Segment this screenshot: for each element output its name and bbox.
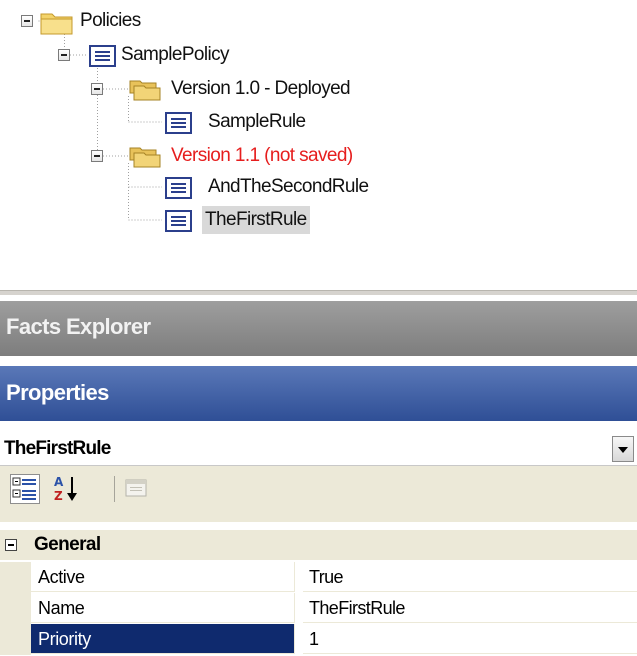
version-1-1-collapse-toggle[interactable] xyxy=(91,150,103,162)
tree-node-policies[interactable]: Policies xyxy=(77,9,144,33)
row-gutter xyxy=(0,624,31,655)
facts-explorer-header[interactable]: Facts Explorer xyxy=(0,301,637,356)
object-selector-dropdown[interactable]: TheFirstRule xyxy=(0,432,637,466)
rule-icon xyxy=(164,175,194,206)
version-icon xyxy=(127,144,163,175)
properties-toolbar: A Z xyxy=(0,466,637,522)
property-grid: General Active True Name TheFirstRule Pr… xyxy=(0,530,637,656)
policy-explorer-tree: Policies SamplePolicy Version 1.0 - Depl… xyxy=(0,0,637,290)
property-name[interactable]: Name xyxy=(31,593,295,623)
tree-node-thefirstrule[interactable]: TheFirstRule xyxy=(202,206,310,234)
samplepolicy-collapse-toggle[interactable] xyxy=(58,49,70,61)
property-value-field[interactable]: True xyxy=(303,562,637,592)
rule-icon xyxy=(164,110,194,141)
chevron-down-icon[interactable] xyxy=(612,436,634,462)
property-name[interactable]: Active xyxy=(31,562,295,592)
category-general[interactable]: General xyxy=(0,530,637,560)
categorized-view-button[interactable] xyxy=(10,474,40,504)
categorized-view-icon xyxy=(12,477,36,500)
property-row-active: Active True xyxy=(0,562,637,593)
rule-composer-window: Policies SamplePolicy Version 1.0 - Depl… xyxy=(0,0,637,656)
folder-icon xyxy=(40,9,74,40)
policies-collapse-toggle[interactable] xyxy=(21,15,33,27)
property-pages-button[interactable] xyxy=(122,474,152,504)
property-pages-icon xyxy=(125,479,147,497)
tree-node-version-1-0[interactable]: Version 1.0 - Deployed xyxy=(168,77,353,101)
selected-object-name: TheFirstRule xyxy=(4,438,111,459)
property-row-priority: Priority 1 xyxy=(0,624,637,655)
properties-header[interactable]: Properties xyxy=(0,366,637,421)
property-name[interactable]: Priority xyxy=(31,624,295,654)
rule-icon xyxy=(164,208,194,239)
tree-node-samplerule[interactable]: SampleRule xyxy=(205,110,309,134)
tree-node-version-1-1[interactable]: Version 1.1 (not saved) xyxy=(168,144,356,168)
category-collapse-icon[interactable] xyxy=(5,539,17,551)
alphabetical-sort-icon: A Z xyxy=(54,475,77,503)
svg-text:Z: Z xyxy=(54,489,63,503)
alphabetical-sort-button[interactable]: A Z xyxy=(52,474,82,504)
toolbar-separator xyxy=(114,476,115,502)
policy-icon xyxy=(88,43,118,74)
tree-node-andthesecondrule[interactable]: AndTheSecondRule xyxy=(205,175,371,199)
tree-node-samplepolicy[interactable]: SamplePolicy xyxy=(118,43,232,67)
property-value-field[interactable]: TheFirstRule xyxy=(303,593,637,623)
category-label: General xyxy=(34,534,101,555)
version-icon xyxy=(127,77,163,108)
version-1-0-collapse-toggle[interactable] xyxy=(91,83,103,95)
row-gutter xyxy=(0,593,31,624)
property-row-name: Name TheFirstRule xyxy=(0,593,637,624)
property-value-field[interactable]: 1 xyxy=(303,624,637,654)
svg-text:A: A xyxy=(54,475,64,489)
row-gutter xyxy=(0,562,31,593)
pane-splitter[interactable] xyxy=(0,290,637,295)
